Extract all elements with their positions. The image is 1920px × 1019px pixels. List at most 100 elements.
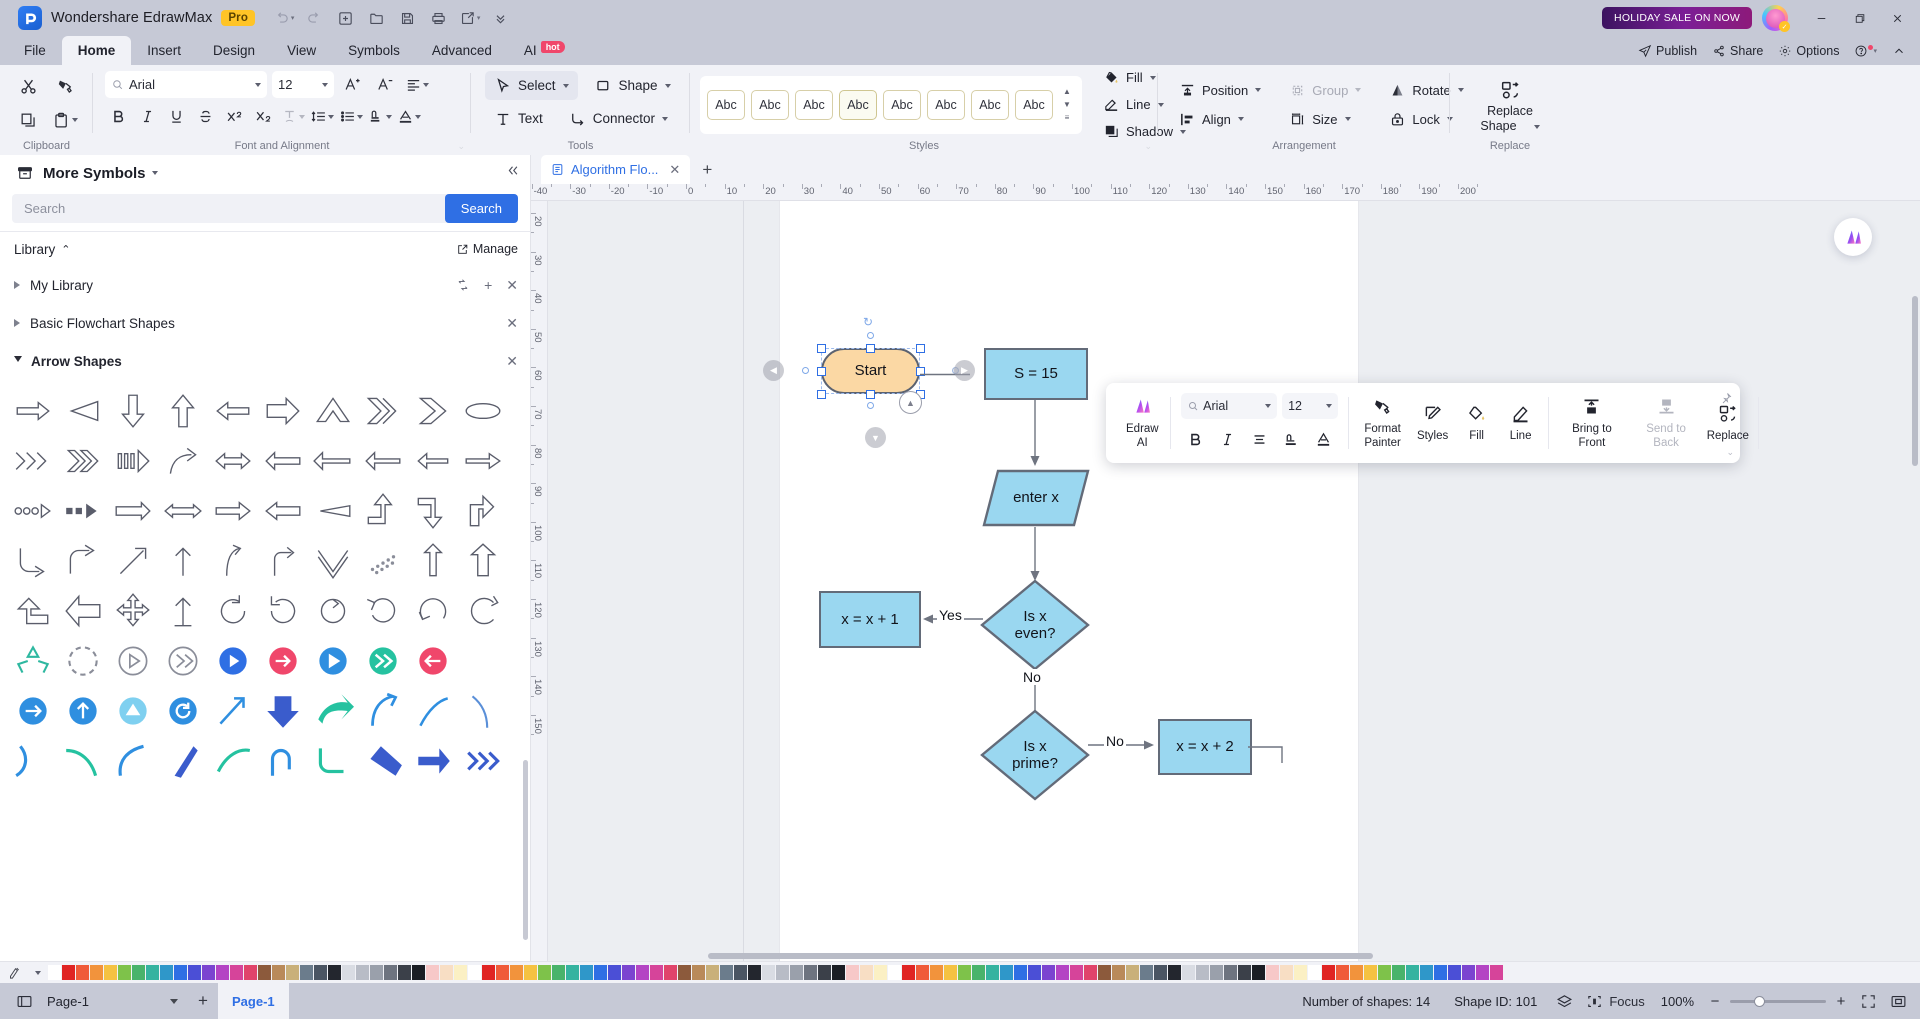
- symbol-arrow-right[interactable]: [8, 386, 58, 436]
- symbol-arrow-up-block[interactable]: [458, 536, 508, 586]
- color-swatch[interactable]: [300, 965, 313, 980]
- color-swatch[interactable]: [818, 965, 831, 980]
- underline-icon[interactable]: [163, 103, 190, 130]
- menu-item-insert[interactable]: Insert: [131, 36, 197, 65]
- symbol-grid[interactable]: [0, 380, 530, 961]
- symbol-arrow-down[interactable]: [108, 386, 158, 436]
- float-text-background-icon[interactable]: [1277, 425, 1307, 453]
- paragraph-align-icon[interactable]: [403, 71, 430, 98]
- export-icon[interactable]: ▾: [455, 5, 484, 31]
- symbol-recycle-icon[interactable]: [8, 636, 58, 686]
- symbol-double-chevron-right[interactable]: [358, 386, 408, 436]
- color-swatch[interactable]: [1028, 965, 1041, 980]
- gallery-expand-icon[interactable]: ≡: [1065, 113, 1070, 121]
- color-swatch[interactable]: [636, 965, 649, 980]
- zoom-slider[interactable]: [1730, 995, 1826, 1007]
- color-swatch[interactable]: [118, 965, 131, 980]
- color-swatch[interactable]: [538, 965, 551, 980]
- search-button[interactable]: Search: [444, 194, 518, 223]
- page-tab-page-1[interactable]: Page-1: [218, 983, 289, 1019]
- symbol-circle-dashed[interactable]: [58, 636, 108, 686]
- selection-handle-ne[interactable]: [916, 344, 925, 353]
- align-button[interactable]: Align: [1174, 106, 1266, 132]
- symbol-arrow-left-long[interactable]: [258, 436, 308, 486]
- quick-add-top-ring[interactable]: ▲: [899, 391, 922, 414]
- symbol-rotate-circle[interactable]: [158, 686, 208, 736]
- color-swatch[interactable]: [1070, 965, 1083, 980]
- color-swatch[interactable]: [678, 965, 691, 980]
- menu-item-view[interactable]: View: [271, 36, 332, 65]
- symbol-four-way-arrow[interactable]: [108, 586, 158, 636]
- italic-icon[interactable]: [134, 103, 161, 130]
- symbols-scrollbar[interactable]: [523, 760, 528, 940]
- symbol-slash-blue[interactable]: [158, 736, 208, 786]
- color-swatch[interactable]: [762, 965, 775, 980]
- color-swatch[interactable]: [160, 965, 173, 980]
- vertical-ruler[interactable]: 20 30 40 50 60 70 80 90 100 110 120 130 140 150: [531, 201, 548, 961]
- selection-handle-nw[interactable]: [817, 344, 826, 353]
- color-swatch[interactable]: [1336, 965, 1349, 980]
- color-swatch[interactable]: [566, 965, 579, 980]
- shape-enterx[interactable]: enter x: [982, 469, 1090, 527]
- add-page-button[interactable]: +: [188, 991, 218, 1011]
- symbol-double-play-circle[interactable]: [158, 636, 208, 686]
- bullet-list-icon[interactable]: [337, 103, 364, 130]
- symbol-loop-arrow[interactable]: [308, 586, 358, 636]
- color-swatch[interactable]: [1042, 965, 1055, 980]
- menu-item-ai[interactable]: AI hot: [508, 36, 581, 65]
- undo-icon[interactable]: ▾: [269, 5, 298, 31]
- symbol-arrow-down-blue[interactable]: [258, 686, 308, 736]
- color-swatch[interactable]: [1406, 965, 1419, 980]
- symbol-curved-arrow-teal[interactable]: [308, 686, 358, 736]
- color-swatch[interactable]: [1266, 965, 1279, 980]
- color-swatch[interactable]: [468, 965, 481, 980]
- connection-point-bottom[interactable]: [867, 402, 874, 409]
- color-swatch[interactable]: [48, 965, 61, 980]
- color-swatch[interactable]: [1434, 965, 1447, 980]
- style-chip[interactable]: Abc: [1015, 89, 1053, 120]
- color-swatch[interactable]: [216, 965, 229, 980]
- collapse-ribbon-button[interactable]: [1886, 44, 1912, 58]
- page-layout-icon[interactable]: [10, 988, 38, 1014]
- copy-icon[interactable]: [11, 105, 45, 135]
- fit-to-window-icon[interactable]: [1854, 988, 1882, 1014]
- symbol-arrow-left-small[interactable]: [408, 436, 458, 486]
- symbol-hook-arrow[interactable]: [8, 736, 58, 786]
- new-tab-button[interactable]: +: [702, 160, 712, 180]
- symbol-crescent-blue[interactable]: [108, 736, 158, 786]
- edraw-ai-button[interactable]: Edraw AI: [1120, 396, 1165, 450]
- symbol-curve-right-arrow[interactable]: [58, 536, 108, 586]
- connection-point-left[interactable]: [802, 367, 809, 374]
- float-fill-button[interactable]: Fill: [1455, 403, 1499, 443]
- style-chip[interactable]: Abc: [795, 89, 833, 120]
- color-swatch[interactable]: [286, 965, 299, 980]
- color-swatch[interactable]: [244, 965, 257, 980]
- color-swatch[interactable]: [902, 965, 915, 980]
- color-swatch[interactable]: [132, 965, 145, 980]
- color-swatch[interactable]: [1462, 965, 1475, 980]
- symbol-fork-arrow[interactable]: [258, 536, 308, 586]
- symbol-play-circle-filled[interactable]: [308, 636, 358, 686]
- options-button[interactable]: Options: [1772, 44, 1845, 58]
- color-swatch[interactable]: [1350, 965, 1363, 980]
- color-swatch[interactable]: [1140, 965, 1153, 980]
- font-size-select[interactable]: 12: [272, 71, 334, 98]
- gallery-scroll-up-icon[interactable]: ▲: [1063, 87, 1071, 95]
- symbol-arrow-left-chunky[interactable]: [58, 586, 108, 636]
- menu-item-home[interactable]: Home: [61, 36, 132, 65]
- paste-icon[interactable]: [48, 105, 82, 135]
- font-dialog-launcher[interactable]: ⌄: [457, 141, 465, 152]
- symbol-arrow-left-solid[interactable]: [208, 386, 258, 436]
- color-swatch[interactable]: [622, 965, 635, 980]
- palette-picker-icon[interactable]: [4, 965, 26, 980]
- shape-s15[interactable]: S = 15: [984, 348, 1088, 400]
- color-swatch[interactable]: [272, 965, 285, 980]
- line-spacing-icon[interactable]: [308, 103, 335, 130]
- symbol-long-arrow-right[interactable]: [108, 486, 158, 536]
- color-swatch[interactable]: [1224, 965, 1237, 980]
- color-swatch[interactable]: [1126, 965, 1139, 980]
- color-swatch[interactable]: [188, 965, 201, 980]
- color-swatch[interactable]: [1112, 965, 1125, 980]
- save-icon[interactable]: [393, 5, 422, 31]
- shape-xplus2[interactable]: x = x + 2: [1158, 719, 1252, 775]
